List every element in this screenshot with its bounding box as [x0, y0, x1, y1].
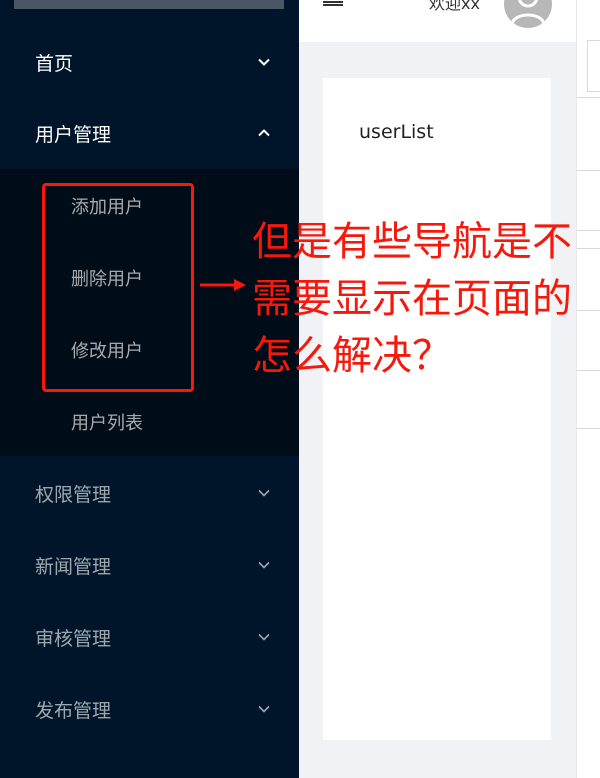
menu-item-label: 权限管理 — [35, 483, 112, 506]
content-text: userList — [359, 121, 434, 143]
menu-item-publish-management[interactable]: 发布管理 — [0, 673, 299, 745]
menu-item-label: 审核管理 — [35, 627, 112, 650]
chevron-down-icon — [257, 55, 271, 69]
avatar[interactable] — [504, 0, 552, 28]
menu-item-news-management[interactable]: 新闻管理 — [0, 529, 299, 601]
adjacent-window-box — [587, 40, 600, 92]
annotation-question: 但是有些导航是不需要显示在页面的怎么解决？ — [252, 219, 572, 379]
content-panel: userList — [323, 78, 551, 740]
menu-item-label: 新闻管理 — [35, 555, 112, 578]
menu-item-user-management[interactable]: 用户管理 — [0, 97, 299, 169]
annotation-highlight-box — [42, 183, 194, 392]
user-icon — [510, 0, 546, 25]
menu-item-permission-management[interactable]: 权限管理 — [0, 457, 299, 529]
divider — [577, 428, 600, 429]
welcome-text: 欢迎xx — [429, 0, 480, 13]
top-header: 欢迎xx — [299, 0, 576, 42]
logo-area — [14, 0, 284, 9]
divider — [577, 97, 600, 98]
chevron-down-icon — [257, 558, 271, 572]
submenu-item-label: 用户列表 — [71, 413, 143, 434]
menu-item-audit-management[interactable]: 审核管理 — [0, 601, 299, 673]
annotation-arrow-icon — [200, 277, 248, 293]
menu-toggle-icon[interactable] — [323, 0, 343, 8]
chevron-down-icon — [257, 702, 271, 716]
main-area: 欢迎xx userList — [299, 0, 576, 778]
menu-item-label: 发布管理 — [35, 699, 112, 722]
menu-item-label: 首页 — [35, 52, 74, 75]
submenu-item-user-list[interactable]: 用户列表 — [0, 386, 299, 458]
adjacent-window-edge — [576, 0, 600, 778]
divider — [577, 170, 600, 171]
chevron-up-icon — [257, 126, 271, 140]
menu-item-home[interactable]: 首页 — [0, 26, 299, 98]
menu-item-label: 用户管理 — [35, 123, 112, 146]
chevron-down-icon — [257, 486, 271, 500]
chevron-down-icon — [257, 630, 271, 644]
